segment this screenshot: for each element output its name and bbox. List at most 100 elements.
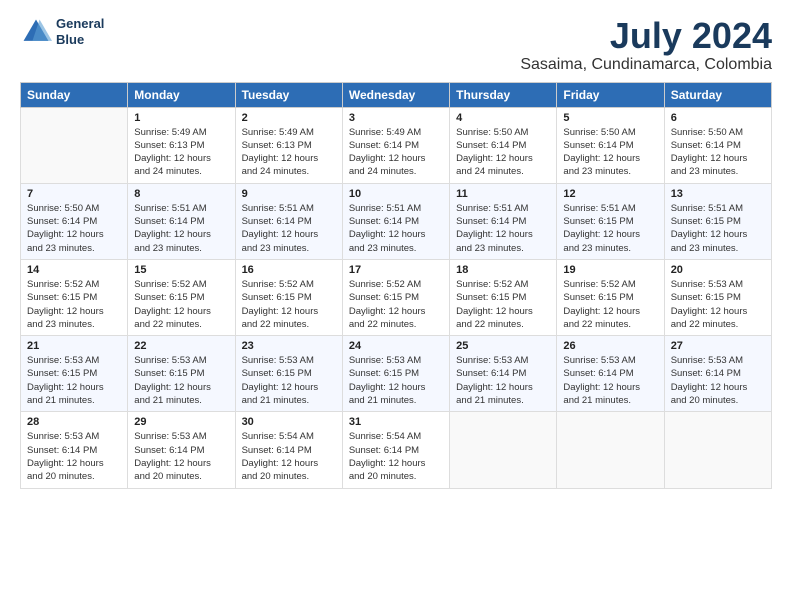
header-row: SundayMondayTuesdayWednesdayThursdayFrid… bbox=[21, 82, 772, 107]
subtitle: Sasaima, Cundinamarca, Colombia bbox=[520, 56, 772, 74]
calendar-cell: 1 Sunrise: 5:49 AMSunset: 6:13 PMDayligh… bbox=[128, 107, 235, 183]
calendar-cell: 30 Sunrise: 5:54 AMSunset: 6:14 PMDaylig… bbox=[235, 412, 342, 488]
cell-details: Sunrise: 5:50 AMSunset: 6:14 PMDaylight:… bbox=[456, 127, 533, 178]
calendar-table: SundayMondayTuesdayWednesdayThursdayFrid… bbox=[20, 82, 772, 489]
cell-details: Sunrise: 5:52 AMSunset: 6:15 PMDaylight:… bbox=[134, 279, 211, 330]
day-number: 14 bbox=[27, 264, 121, 276]
calendar-cell: 17 Sunrise: 5:52 AMSunset: 6:15 PMDaylig… bbox=[342, 259, 449, 335]
calendar-cell: 20 Sunrise: 5:53 AMSunset: 6:15 PMDaylig… bbox=[664, 259, 771, 335]
logo-text: General Blue bbox=[56, 16, 104, 47]
cell-details: Sunrise: 5:53 AMSunset: 6:15 PMDaylight:… bbox=[27, 355, 104, 406]
cell-details: Sunrise: 5:52 AMSunset: 6:15 PMDaylight:… bbox=[27, 279, 104, 330]
day-number: 25 bbox=[456, 340, 550, 352]
calendar-cell: 3 Sunrise: 5:49 AMSunset: 6:14 PMDayligh… bbox=[342, 107, 449, 183]
calendar-cell: 29 Sunrise: 5:53 AMSunset: 6:14 PMDaylig… bbox=[128, 412, 235, 488]
calendar-cell: 27 Sunrise: 5:53 AMSunset: 6:14 PMDaylig… bbox=[664, 336, 771, 412]
day-number: 4 bbox=[456, 112, 550, 124]
calendar-cell: 5 Sunrise: 5:50 AMSunset: 6:14 PMDayligh… bbox=[557, 107, 664, 183]
day-number: 8 bbox=[134, 188, 228, 200]
cell-details: Sunrise: 5:49 AMSunset: 6:13 PMDaylight:… bbox=[134, 127, 211, 178]
calendar-cell bbox=[21, 107, 128, 183]
calendar-cell: 24 Sunrise: 5:53 AMSunset: 6:15 PMDaylig… bbox=[342, 336, 449, 412]
day-number: 29 bbox=[134, 416, 228, 428]
day-header-tuesday: Tuesday bbox=[235, 82, 342, 107]
day-number: 11 bbox=[456, 188, 550, 200]
day-number: 28 bbox=[27, 416, 121, 428]
page: General Blue July 2024 Sasaima, Cundinam… bbox=[0, 0, 792, 612]
cell-details: Sunrise: 5:49 AMSunset: 6:14 PMDaylight:… bbox=[349, 127, 426, 178]
day-number: 1 bbox=[134, 112, 228, 124]
week-row-3: 14 Sunrise: 5:52 AMSunset: 6:15 PMDaylig… bbox=[21, 259, 772, 335]
day-number: 6 bbox=[671, 112, 765, 124]
day-number: 17 bbox=[349, 264, 443, 276]
cell-details: Sunrise: 5:53 AMSunset: 6:15 PMDaylight:… bbox=[134, 355, 211, 406]
day-number: 10 bbox=[349, 188, 443, 200]
calendar-cell: 12 Sunrise: 5:51 AMSunset: 6:15 PMDaylig… bbox=[557, 183, 664, 259]
cell-details: Sunrise: 5:51 AMSunset: 6:14 PMDaylight:… bbox=[456, 203, 533, 254]
calendar-cell: 9 Sunrise: 5:51 AMSunset: 6:14 PMDayligh… bbox=[235, 183, 342, 259]
cell-details: Sunrise: 5:51 AMSunset: 6:14 PMDaylight:… bbox=[242, 203, 319, 254]
calendar-cell: 28 Sunrise: 5:53 AMSunset: 6:14 PMDaylig… bbox=[21, 412, 128, 488]
day-header-wednesday: Wednesday bbox=[342, 82, 449, 107]
logo: General Blue bbox=[20, 16, 104, 48]
calendar-cell: 31 Sunrise: 5:54 AMSunset: 6:14 PMDaylig… bbox=[342, 412, 449, 488]
calendar-cell: 4 Sunrise: 5:50 AMSunset: 6:14 PMDayligh… bbox=[450, 107, 557, 183]
day-number: 16 bbox=[242, 264, 336, 276]
cell-details: Sunrise: 5:53 AMSunset: 6:14 PMDaylight:… bbox=[671, 355, 748, 406]
logo-icon bbox=[20, 16, 52, 48]
day-number: 30 bbox=[242, 416, 336, 428]
cell-details: Sunrise: 5:50 AMSunset: 6:14 PMDaylight:… bbox=[27, 203, 104, 254]
calendar-cell bbox=[450, 412, 557, 488]
header: General Blue July 2024 Sasaima, Cundinam… bbox=[20, 16, 772, 74]
calendar-cell: 16 Sunrise: 5:52 AMSunset: 6:15 PMDaylig… bbox=[235, 259, 342, 335]
calendar-cell: 8 Sunrise: 5:51 AMSunset: 6:14 PMDayligh… bbox=[128, 183, 235, 259]
calendar-cell: 15 Sunrise: 5:52 AMSunset: 6:15 PMDaylig… bbox=[128, 259, 235, 335]
main-title: July 2024 bbox=[520, 16, 772, 56]
day-header-saturday: Saturday bbox=[664, 82, 771, 107]
day-number: 19 bbox=[563, 264, 657, 276]
calendar-cell: 22 Sunrise: 5:53 AMSunset: 6:15 PMDaylig… bbox=[128, 336, 235, 412]
week-row-4: 21 Sunrise: 5:53 AMSunset: 6:15 PMDaylig… bbox=[21, 336, 772, 412]
week-row-2: 7 Sunrise: 5:50 AMSunset: 6:14 PMDayligh… bbox=[21, 183, 772, 259]
cell-details: Sunrise: 5:52 AMSunset: 6:15 PMDaylight:… bbox=[349, 279, 426, 330]
week-row-5: 28 Sunrise: 5:53 AMSunset: 6:14 PMDaylig… bbox=[21, 412, 772, 488]
calendar-cell: 14 Sunrise: 5:52 AMSunset: 6:15 PMDaylig… bbox=[21, 259, 128, 335]
day-number: 22 bbox=[134, 340, 228, 352]
day-number: 27 bbox=[671, 340, 765, 352]
day-number: 24 bbox=[349, 340, 443, 352]
calendar-cell: 18 Sunrise: 5:52 AMSunset: 6:15 PMDaylig… bbox=[450, 259, 557, 335]
calendar-cell: 11 Sunrise: 5:51 AMSunset: 6:14 PMDaylig… bbox=[450, 183, 557, 259]
calendar-cell bbox=[557, 412, 664, 488]
day-header-sunday: Sunday bbox=[21, 82, 128, 107]
cell-details: Sunrise: 5:53 AMSunset: 6:14 PMDaylight:… bbox=[563, 355, 640, 406]
cell-details: Sunrise: 5:53 AMSunset: 6:14 PMDaylight:… bbox=[27, 431, 104, 482]
day-number: 23 bbox=[242, 340, 336, 352]
day-number: 13 bbox=[671, 188, 765, 200]
day-number: 26 bbox=[563, 340, 657, 352]
cell-details: Sunrise: 5:53 AMSunset: 6:14 PMDaylight:… bbox=[134, 431, 211, 482]
calendar-cell: 2 Sunrise: 5:49 AMSunset: 6:13 PMDayligh… bbox=[235, 107, 342, 183]
cell-details: Sunrise: 5:51 AMSunset: 6:15 PMDaylight:… bbox=[563, 203, 640, 254]
cell-details: Sunrise: 5:52 AMSunset: 6:15 PMDaylight:… bbox=[456, 279, 533, 330]
calendar-cell: 25 Sunrise: 5:53 AMSunset: 6:14 PMDaylig… bbox=[450, 336, 557, 412]
calendar-cell: 10 Sunrise: 5:51 AMSunset: 6:14 PMDaylig… bbox=[342, 183, 449, 259]
day-header-thursday: Thursday bbox=[450, 82, 557, 107]
day-number: 31 bbox=[349, 416, 443, 428]
day-header-friday: Friday bbox=[557, 82, 664, 107]
week-row-1: 1 Sunrise: 5:49 AMSunset: 6:13 PMDayligh… bbox=[21, 107, 772, 183]
cell-details: Sunrise: 5:52 AMSunset: 6:15 PMDaylight:… bbox=[242, 279, 319, 330]
calendar-cell: 21 Sunrise: 5:53 AMSunset: 6:15 PMDaylig… bbox=[21, 336, 128, 412]
calendar-cell bbox=[664, 412, 771, 488]
calendar-cell: 6 Sunrise: 5:50 AMSunset: 6:14 PMDayligh… bbox=[664, 107, 771, 183]
cell-details: Sunrise: 5:54 AMSunset: 6:14 PMDaylight:… bbox=[242, 431, 319, 482]
calendar-cell: 23 Sunrise: 5:53 AMSunset: 6:15 PMDaylig… bbox=[235, 336, 342, 412]
cell-details: Sunrise: 5:49 AMSunset: 6:13 PMDaylight:… bbox=[242, 127, 319, 178]
cell-details: Sunrise: 5:51 AMSunset: 6:14 PMDaylight:… bbox=[349, 203, 426, 254]
cell-details: Sunrise: 5:51 AMSunset: 6:15 PMDaylight:… bbox=[671, 203, 748, 254]
cell-details: Sunrise: 5:51 AMSunset: 6:14 PMDaylight:… bbox=[134, 203, 211, 254]
cell-details: Sunrise: 5:53 AMSunset: 6:15 PMDaylight:… bbox=[671, 279, 748, 330]
day-number: 12 bbox=[563, 188, 657, 200]
title-block: July 2024 Sasaima, Cundinamarca, Colombi… bbox=[520, 16, 772, 74]
calendar-cell: 19 Sunrise: 5:52 AMSunset: 6:15 PMDaylig… bbox=[557, 259, 664, 335]
calendar-cell: 13 Sunrise: 5:51 AMSunset: 6:15 PMDaylig… bbox=[664, 183, 771, 259]
